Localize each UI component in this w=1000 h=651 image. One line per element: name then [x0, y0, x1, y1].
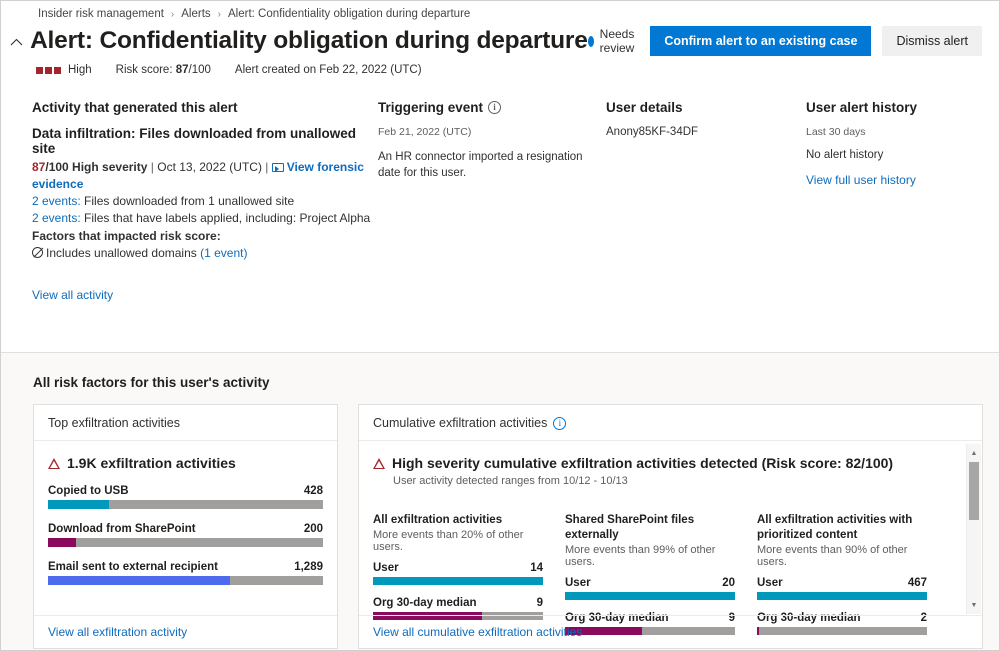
metric-row-track: [757, 592, 927, 600]
metric-subtitle: More events than 99% of other users.: [565, 544, 735, 568]
metric-row-track: [373, 577, 543, 585]
warning-triangle-icon: [48, 458, 60, 469]
cumulative-exfiltration-card: Cumulative exfiltration activities i Hig…: [358, 404, 983, 649]
bar-value: 1,289: [294, 561, 323, 573]
bar-fill: [48, 576, 230, 585]
risk-factor-cards: Top exfiltration activities 1.9K exfiltr…: [33, 404, 985, 649]
metric-row-fill: [373, 577, 543, 585]
metric-row-label: User: [565, 577, 591, 589]
risk-factors-panel-title: All risk factors for this user's activit…: [33, 375, 985, 390]
video-evidence-icon: [272, 163, 284, 172]
metric-row-value: 9: [537, 597, 543, 609]
metric-row-value: 14: [530, 562, 543, 574]
warning-triangle-icon: [373, 458, 385, 469]
scroll-up-arrow-icon[interactable]: ▲: [967, 446, 981, 460]
bar-value: 428: [304, 485, 323, 497]
bar-label: Email sent to external recipient: [48, 561, 218, 573]
metric-row-label: User: [757, 577, 783, 589]
bar-label: Download from SharePoint: [48, 523, 196, 535]
view-all-exfiltration-activity-link[interactable]: View all exfiltration activity: [48, 625, 187, 639]
metric-row-value: 467: [908, 577, 927, 589]
scrollbar-thumb[interactable]: [969, 462, 979, 520]
info-icon[interactable]: i: [553, 417, 566, 430]
view-all-cumulative-exfiltration-link[interactable]: View all cumulative exfiltration activit…: [373, 625, 582, 639]
bar-item: Download from SharePoint 200: [48, 523, 323, 547]
cumulative-exfiltration-card-title: Cumulative exfiltration activities i: [359, 405, 982, 441]
bar-track: [48, 500, 323, 509]
top-exfiltration-warning-text: 1.9K exfiltration activities: [67, 455, 236, 471]
cumulative-card-title-text: Cumulative exfiltration activities: [373, 416, 547, 430]
metric-row-track: [565, 592, 735, 600]
metric-row-value: 20: [722, 577, 735, 589]
top-exfiltration-card-footer: View all exfiltration activity: [34, 615, 337, 648]
metric-subtitle: More events than 90% of other users.: [757, 544, 927, 568]
bar-track: [48, 576, 323, 585]
bar-item: Copied to USB 428: [48, 485, 323, 509]
metric-title: Shared SharePoint files externally: [565, 513, 735, 543]
no-entry-icon: [32, 247, 43, 258]
cumulative-card-footer: View all cumulative exfiltration activit…: [359, 615, 982, 648]
top-exfiltration-card: Top exfiltration activities 1.9K exfiltr…: [33, 404, 338, 649]
metric-title-text: All exfiltration activities with priorit…: [757, 514, 912, 541]
metric-row-fill: [565, 592, 735, 600]
top-exfiltration-card-body: 1.9K exfiltration activities Copied to U…: [34, 441, 337, 585]
cumulative-subtitle: User activity detected ranges from 10/12…: [393, 475, 968, 487]
bar-value: 200: [304, 523, 323, 535]
metric-row-fill: [757, 592, 927, 600]
metric-title: All exfiltration activities: [373, 513, 543, 528]
metric-subtitle: More events than 20% of other users.: [373, 529, 543, 553]
top-exfiltration-warning: 1.9K exfiltration activities: [48, 455, 323, 471]
bar-item: Email sent to external recipient 1,289: [48, 561, 323, 585]
bar-fill: [48, 500, 109, 509]
risk-factors-panel: All risk factors for this user's activit…: [1, 352, 999, 650]
metric-row-label: Org 30-day median: [373, 597, 477, 609]
scroll-down-arrow-icon[interactable]: ▼: [967, 598, 981, 612]
cumulative-warning: High severity cumulative exfiltration ac…: [373, 455, 968, 471]
cumulative-warning-text: High severity cumulative exfiltration ac…: [392, 455, 893, 471]
metric-row-label: User: [373, 562, 399, 574]
metric-title: All exfiltration activities with priorit…: [757, 513, 927, 543]
bar-fill: [48, 538, 76, 547]
top-exfiltration-card-title: Top exfiltration activities: [34, 405, 337, 441]
bar-track: [48, 538, 323, 547]
card-scrollbar[interactable]: ▲ ▼: [966, 444, 981, 614]
bar-label: Copied to USB: [48, 485, 129, 497]
